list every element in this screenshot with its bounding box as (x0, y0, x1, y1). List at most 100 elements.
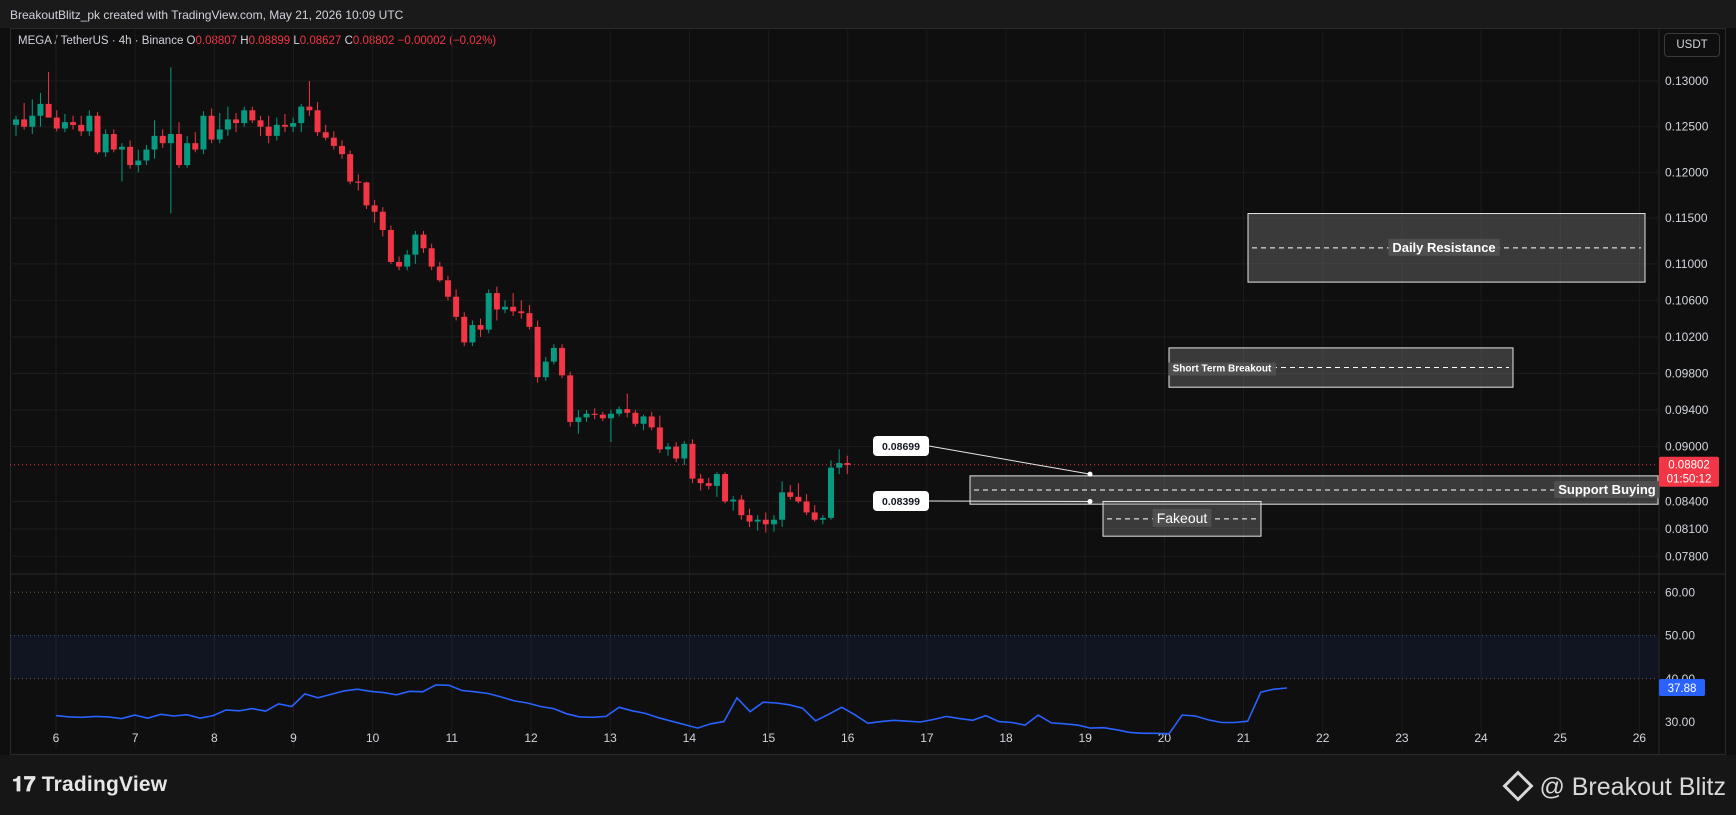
x-tick-label: 15 (762, 731, 776, 745)
tradingview-logo-icon: 𝟏𝟕 (12, 773, 36, 796)
candle-body (78, 124, 85, 132)
x-tick-label: 23 (1395, 731, 1409, 745)
candle-body (713, 474, 720, 486)
y-tick-label: 0.09800 (1665, 366, 1709, 380)
candle-body (216, 129, 223, 140)
candle-body (387, 230, 394, 262)
candle-body (306, 106, 313, 111)
candle-body (770, 519, 777, 525)
candle-body (363, 182, 370, 206)
candle-body (746, 515, 753, 522)
x-tick-label: 24 (1474, 731, 1488, 745)
x-tick-label: 9 (290, 731, 297, 745)
candle-body (681, 443, 688, 459)
brand-text: @ Breakout Blitz (1539, 773, 1726, 801)
rsi-line (55, 684, 1288, 735)
candle-body (795, 496, 802, 502)
candle-body (599, 414, 606, 419)
candle-body (37, 103, 44, 116)
candle-body (673, 446, 680, 459)
candle-body (485, 293, 492, 330)
candle-body (428, 248, 435, 267)
candle-body (705, 483, 712, 486)
x-tick-label: 25 (1554, 731, 1568, 745)
candle-body (298, 106, 305, 124)
candle-body (127, 146, 134, 166)
candle-body (510, 306, 517, 312)
candle-body (436, 266, 443, 281)
candle-body (151, 135, 158, 150)
candle-body (265, 126, 272, 136)
y-tick-label: 0.08400 (1665, 494, 1709, 508)
candle-body (118, 146, 125, 150)
candle-body (379, 211, 386, 230)
candle-body (624, 409, 631, 413)
candle-body (404, 254, 411, 267)
y-tick-label: 0.12500 (1665, 120, 1709, 134)
candle-body (21, 119, 28, 127)
candle-body (53, 117, 60, 129)
rsi-y-tick-label: 50.00 (1665, 629, 1695, 643)
x-tick-label: 10 (366, 731, 380, 745)
x-tick-label: 22 (1316, 731, 1330, 745)
x-tick-label: 18 (999, 731, 1013, 745)
y-tick-label: 0.10200 (1665, 330, 1709, 344)
footer-bar (0, 755, 1736, 815)
y-tick-label: 0.11000 (1665, 257, 1708, 271)
y-tick-label: 0.12000 (1665, 165, 1709, 179)
candle-body (689, 443, 696, 479)
callout-value: 0.08699 (882, 441, 920, 453)
candle-body (176, 134, 182, 166)
candle-body (143, 149, 150, 161)
candle-body (803, 501, 810, 513)
candle-body (281, 124, 288, 127)
candle-body (444, 280, 451, 297)
callout-connector (928, 445, 1091, 475)
candle-body (70, 122, 77, 125)
candle-body (241, 110, 248, 124)
x-tick-label: 17 (920, 731, 934, 745)
candle-body (567, 375, 574, 422)
candle-body (102, 134, 109, 153)
candle-body (493, 293, 500, 310)
candle-body (697, 478, 704, 484)
candle-body (224, 119, 231, 130)
candle-body (836, 463, 843, 468)
candle-body (665, 446, 671, 450)
candle-body (347, 154, 354, 182)
candle-body (208, 115, 215, 140)
candle-body (184, 143, 191, 166)
candle-body (192, 143, 199, 150)
callout-value: 0.08399 (882, 496, 920, 508)
candle-body (477, 325, 484, 330)
candle-body (648, 416, 655, 428)
candle-body (583, 413, 590, 418)
support-buying-zone-label: Support Buying (1558, 482, 1656, 497)
rsi-band (10, 635, 1658, 679)
daily-resistance-zone-label: Daily Resistance (1392, 240, 1495, 255)
candle-body (819, 517, 826, 520)
y-tick-label: 0.07800 (1665, 549, 1709, 563)
candle-body (559, 347, 566, 376)
fakeout-zone-label: Fakeout (1157, 510, 1208, 526)
x-tick-label: 13 (604, 731, 618, 745)
candle-body (420, 234, 427, 249)
candle-body (607, 413, 614, 419)
rsi-y-tick-label: 60.00 (1665, 585, 1695, 599)
candle-body (722, 474, 729, 502)
candle-body (314, 110, 321, 133)
candle-body (534, 326, 541, 378)
y-tick-label: 0.08100 (1665, 522, 1709, 536)
candle-body (322, 132, 329, 138)
tradingview-logo[interactable]: 𝟏𝟕 TradingView (12, 773, 167, 797)
y-tick-label: 0.11500 (1665, 211, 1708, 225)
candle-body (632, 412, 639, 424)
candle-body (542, 361, 549, 378)
candle-body (461, 316, 468, 343)
diamond-icon (1502, 770, 1534, 802)
y-tick-label: 0.13000 (1665, 74, 1709, 88)
candle-body (167, 134, 174, 144)
callout-anchor (1087, 499, 1093, 505)
candle-body (526, 313, 533, 327)
x-tick-label: 6 (53, 731, 60, 745)
